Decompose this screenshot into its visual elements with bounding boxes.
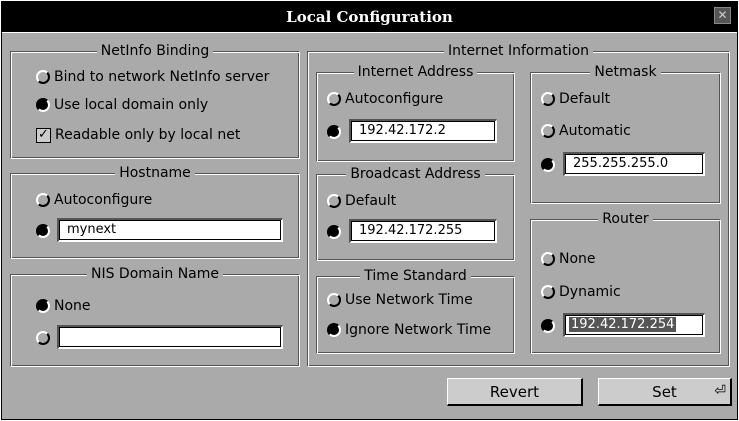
- dialog-content: NetInfo Binding Bind to network NetInfo …: [2, 32, 737, 420]
- netinfo-binding-group: NetInfo Binding Bind to network NetInfo …: [10, 43, 300, 159]
- broadcast-address-group: Broadcast Address Default 192.42.172.255: [316, 166, 515, 261]
- broadcast-address-legend: Broadcast Address: [346, 166, 485, 182]
- radio-button[interactable]: [327, 293, 341, 307]
- router-group: Router None Dynamic 192.42.172.254: [530, 211, 721, 354]
- netmask-automatic-option[interactable]: Automatic: [541, 120, 631, 142]
- broadcast-address-value: 192.42.172.255: [359, 223, 463, 238]
- netmask-value: 255.255.255.0: [573, 156, 669, 171]
- netmask-legend: Netmask: [590, 64, 661, 80]
- hostname-group: Hostname Autoconfigure mynext: [10, 165, 300, 259]
- nis-domain-field[interactable]: [57, 325, 283, 349]
- radio-button[interactable]: [36, 331, 50, 345]
- hostname-autoconfigure-label: Autoconfigure: [54, 192, 153, 208]
- router-manual-option[interactable]: [541, 315, 559, 337]
- broadcast-address-field[interactable]: 192.42.172.255: [349, 219, 497, 243]
- window-title: Local Configuration: [286, 8, 453, 26]
- router-none-option[interactable]: None: [541, 248, 596, 270]
- router-legend: Router: [598, 211, 653, 227]
- local-configuration-window: Local Configuration ✕ NetInfo Binding Bi…: [1, 1, 738, 420]
- radio-button[interactable]: [36, 193, 50, 207]
- netmask-manual-option[interactable]: [541, 154, 559, 176]
- revert-button[interactable]: Revert: [447, 378, 583, 406]
- radio-button[interactable]: [36, 70, 50, 84]
- radio-button-selected[interactable]: [36, 299, 50, 313]
- netmask-default-label: Default: [559, 91, 611, 107]
- internet-address-group: Internet Address Autoconfigure 192.42.17…: [316, 64, 515, 162]
- ignore-network-time-label: Ignore Network Time: [345, 322, 492, 338]
- router-dynamic-option[interactable]: Dynamic: [541, 281, 621, 303]
- radio-button[interactable]: [541, 252, 555, 266]
- nis-domain-legend: NIS Domain Name: [86, 266, 224, 282]
- netmask-field[interactable]: 255.255.255.0: [563, 152, 705, 176]
- netmask-group: Netmask Default Automatic 255.255.255.0: [530, 64, 721, 204]
- netinfo-binding-legend: NetInfo Binding: [96, 43, 214, 59]
- broadcast-manual-option[interactable]: [327, 221, 345, 243]
- netmask-default-option[interactable]: Default: [541, 88, 610, 110]
- readable-local-net-option[interactable]: ✓ Readable only by local net: [36, 124, 240, 146]
- nis-none-option[interactable]: None: [36, 295, 91, 317]
- revert-label: Revert: [489, 383, 540, 401]
- radio-button-selected[interactable]: [36, 98, 50, 112]
- readable-local-net-label: Readable only by local net: [55, 127, 241, 143]
- broadcast-default-option[interactable]: Default: [327, 190, 396, 212]
- address-manual-option[interactable]: [327, 121, 345, 143]
- time-standard-group: Time Standard Use Network Time Ignore Ne…: [316, 268, 515, 354]
- ignore-network-time-option[interactable]: Ignore Network Time: [327, 319, 491, 341]
- router-dynamic-label: Dynamic: [559, 284, 621, 300]
- hostname-legend: Hostname: [115, 165, 195, 181]
- radio-button-selected[interactable]: [327, 225, 341, 239]
- radio-button-selected[interactable]: [541, 158, 555, 172]
- radio-button-selected[interactable]: [327, 323, 341, 337]
- hostname-manual-option[interactable]: [36, 220, 54, 242]
- radio-button-selected[interactable]: [327, 125, 341, 139]
- internet-address-field[interactable]: 192.42.172.2: [349, 119, 497, 143]
- set-button[interactable]: Set ⏎: [598, 378, 732, 406]
- hostname-autoconfigure-option[interactable]: Autoconfigure: [36, 189, 152, 211]
- use-local-domain-option[interactable]: Use local domain only: [36, 94, 208, 116]
- internet-address-legend: Internet Address: [353, 64, 478, 80]
- close-icon[interactable]: ✕: [714, 7, 731, 24]
- return-key-icon: ⏎: [714, 383, 726, 399]
- radio-button[interactable]: [541, 92, 555, 106]
- radio-button[interactable]: [541, 124, 555, 138]
- address-autoconfigure-option[interactable]: Autoconfigure: [327, 88, 443, 110]
- use-network-time-label: Use Network Time: [345, 292, 473, 308]
- netmask-automatic-label: Automatic: [559, 123, 631, 139]
- nis-domain-group: NIS Domain Name None: [10, 266, 300, 367]
- radio-button-selected[interactable]: [541, 319, 555, 333]
- hostname-value: mynext: [67, 222, 117, 237]
- use-local-domain-label: Use local domain only: [54, 97, 209, 113]
- internet-address-value: 192.42.172.2: [359, 123, 446, 138]
- internet-information-group: Internet Information Internet Address Au…: [307, 43, 730, 367]
- bind-network-netinfo-option[interactable]: Bind to network NetInfo server: [36, 66, 269, 88]
- set-label: Set: [652, 383, 677, 401]
- nis-none-label: None: [54, 298, 91, 314]
- bind-network-netinfo-label: Bind to network NetInfo server: [54, 69, 270, 85]
- hostname-field[interactable]: mynext: [57, 218, 283, 242]
- router-field[interactable]: 192.42.172.254: [563, 313, 705, 337]
- broadcast-default-label: Default: [345, 193, 397, 209]
- radio-button[interactable]: [541, 285, 555, 299]
- radio-button-selected[interactable]: [36, 224, 50, 238]
- use-network-time-option[interactable]: Use Network Time: [327, 289, 473, 311]
- time-standard-legend: Time Standard: [360, 268, 471, 284]
- address-autoconfigure-label: Autoconfigure: [345, 91, 444, 107]
- radio-button[interactable]: [327, 92, 341, 106]
- checkmark-icon[interactable]: ✓: [36, 127, 51, 143]
- internet-information-legend: Internet Information: [443, 43, 594, 59]
- router-none-label: None: [559, 251, 596, 267]
- title-bar[interactable]: Local Configuration ✕: [2, 2, 737, 32]
- router-value: 192.42.172.254: [569, 317, 677, 332]
- nis-manual-option[interactable]: [36, 327, 54, 349]
- radio-button[interactable]: [327, 194, 341, 208]
